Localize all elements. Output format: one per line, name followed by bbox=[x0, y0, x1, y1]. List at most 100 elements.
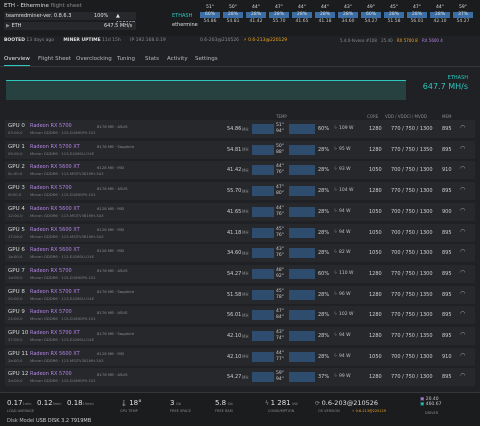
mini-fan: 28% bbox=[292, 12, 312, 18]
mini-fan: 28% bbox=[315, 12, 335, 18]
uptime-value: 11d 15h bbox=[102, 38, 121, 43]
gpu-memtype: Micron GDDR6 · 113-E4260U-O4E bbox=[30, 150, 95, 156]
gpu-power: 94 W bbox=[339, 353, 351, 359]
gpu-fan: 28% bbox=[318, 312, 330, 319]
gauge-icon[interactable]: ◠ bbox=[460, 228, 465, 235]
gpu-mem-temp: 77° bbox=[276, 356, 284, 362]
flight-sheet-title[interactable]: ETH - Ethermine flight sheet bbox=[4, 3, 82, 9]
mini-fan: 28% bbox=[246, 12, 266, 18]
tab-overview[interactable]: Overview bbox=[4, 56, 30, 62]
gauge-icon[interactable]: ◠ bbox=[460, 145, 465, 152]
coin-name: ETH bbox=[11, 23, 22, 29]
mini-temp: 44° bbox=[252, 5, 260, 10]
os-value: 0.6-203@210526 bbox=[200, 38, 240, 43]
miner-row[interactable]: teamredminer-ver. 0.8.6.3 100% ▲ 150237 bbox=[4, 12, 136, 27]
load-average-label: LOAD AVERAGE bbox=[7, 409, 35, 413]
mini-hr: 34.60 bbox=[341, 19, 355, 24]
cpu-temp-value: 18° bbox=[129, 399, 142, 407]
gpu-power: 109 W bbox=[339, 126, 354, 131]
tab-stats[interactable]: Stats bbox=[145, 56, 159, 62]
gpu-mem: 8176 MB · ASUS bbox=[97, 268, 128, 274]
driver-label: DRIVER bbox=[425, 411, 439, 415]
mini-fan: 28% bbox=[338, 12, 358, 18]
gpu-fan: 37% bbox=[318, 374, 330, 381]
mini-temp: 59° bbox=[459, 5, 467, 10]
gauge-icon[interactable]: ◠ bbox=[460, 269, 465, 276]
gpu-id: GPU 12 bbox=[8, 371, 29, 378]
gauge-icon[interactable]: ◠ bbox=[460, 352, 465, 359]
gpu-model: Radeon RX 5700 XT bbox=[30, 288, 80, 295]
free-space-unit: Gb bbox=[176, 402, 181, 406]
os-update-link[interactable]: ⚡ 0.6-213@220129 bbox=[244, 38, 288, 43]
gpu-id: GPU 1 bbox=[8, 143, 25, 150]
tab-flight-sheet[interactable]: Flight Sheet bbox=[38, 56, 71, 62]
gauge-icon[interactable]: ◠ bbox=[460, 124, 465, 131]
gauge-icon[interactable]: ◠ bbox=[460, 290, 465, 297]
tab-bar: Overview Flight Sheet Overclocking Tunin… bbox=[4, 56, 476, 66]
gpu-memtype: Micron GDDR6 · 113-E4260U-O4E bbox=[30, 254, 95, 260]
gpu-hashrate-sparkline bbox=[252, 289, 274, 300]
gpu-model: Radeon RX 5600 XT bbox=[30, 205, 80, 212]
gpu-hashrate: 54.27 bbox=[227, 270, 242, 277]
gpu-core-temp: 59° bbox=[276, 371, 284, 377]
gpu-id: GPU 3 bbox=[8, 185, 25, 192]
gpu-id: GPU 10 bbox=[8, 330, 29, 336]
gpu-core-clock: 1280 bbox=[369, 270, 382, 277]
tab-settings[interactable]: Settings bbox=[195, 56, 218, 62]
gpu-model: Radeon RX 5600 XT bbox=[30, 350, 80, 357]
uptime-label: MINER UPTIME bbox=[63, 38, 101, 43]
gauge-icon[interactable]: ◠ bbox=[460, 331, 465, 338]
gauge-icon[interactable]: ◠ bbox=[460, 248, 465, 255]
cpu-temp-label: CPU TEMP bbox=[120, 409, 138, 413]
mini-hr: 54.27 bbox=[364, 19, 378, 24]
tab-overclocking[interactable]: Overclocking bbox=[76, 56, 112, 62]
gpu-mem-clock: 895 bbox=[442, 270, 452, 277]
gpu-hashrate-sparkline bbox=[252, 227, 274, 238]
gpu-id: GPU 0 bbox=[8, 123, 25, 129]
disk-label: Disk Model bbox=[7, 418, 35, 424]
gpu-hashrate-unit: MH bbox=[242, 333, 249, 339]
os-update-value: 0.6-213@220129 bbox=[248, 38, 288, 43]
gauge-icon[interactable]: ◠ bbox=[460, 165, 465, 172]
summary-hashrate: 647.7 MH/s bbox=[422, 82, 468, 91]
gpu-temp-sparkline bbox=[289, 124, 315, 134]
consumption-label: CONSUMPTION bbox=[268, 409, 295, 413]
gpu-temp-sparkline bbox=[289, 310, 315, 321]
load1-unit: 1min bbox=[22, 402, 32, 406]
gpu-power: 95 W bbox=[339, 146, 351, 152]
gpu-mem-temp: 94° bbox=[276, 377, 284, 383]
gpu-core-clock: 1280 bbox=[369, 291, 382, 298]
bolt-icon: ϟ bbox=[334, 229, 337, 235]
driver-status: 5.4.0-hiveos #108 25.40 RX 5700 8 RX 560… bbox=[340, 38, 443, 43]
bolt-icon: ϟ bbox=[334, 270, 337, 276]
gpu-mem-clock: 895 bbox=[442, 291, 452, 298]
gpu-mem-temp: 78° bbox=[276, 294, 284, 300]
header-pool: ethermine bbox=[172, 22, 198, 28]
gpu-mem: 6128 MB · MSI bbox=[97, 247, 125, 253]
gpu-bus: 03:00.0 bbox=[8, 130, 23, 135]
gpu-bus: 09:00.0 bbox=[8, 150, 23, 156]
gauge-icon[interactable]: ◠ bbox=[460, 310, 465, 317]
gauge-icon[interactable]: ◠ bbox=[460, 186, 465, 193]
mini-hr: 54.86 bbox=[203, 19, 217, 24]
os-update-badge[interactable]: ⚡ 0.6-213@220129 bbox=[352, 409, 386, 413]
gpu-power: 102 W bbox=[339, 312, 354, 318]
miner-percent: 100% bbox=[94, 13, 109, 19]
gpu-mem-temp: 94° bbox=[276, 129, 284, 134]
gauge-icon[interactable]: ◠ bbox=[460, 372, 465, 379]
gpu-hashrate-unit: MH bbox=[242, 271, 249, 277]
gpu-core-clock: 1280 bbox=[369, 333, 382, 339]
tab-activity[interactable]: Activity bbox=[167, 56, 188, 62]
gpu-hashrate-unit: MH bbox=[242, 147, 249, 153]
mini-temp: 47° bbox=[413, 5, 421, 10]
col-temp: TEMP bbox=[276, 114, 287, 119]
gpu-hashrate-unit: MH bbox=[242, 126, 249, 132]
gpu-memtype: Micron GDDR6 · 115-D1890P0-101 bbox=[30, 274, 96, 280]
gauge-icon[interactable]: ◠ bbox=[460, 207, 465, 214]
free-ram-unit: Gb bbox=[227, 402, 233, 406]
mini-temp: 50° bbox=[229, 5, 237, 10]
tab-tuning[interactable]: Tuning bbox=[117, 56, 135, 62]
gpu-hashrate-unit: MH bbox=[242, 312, 249, 318]
bolt-icon: ϟ bbox=[334, 374, 337, 380]
gpu-voltage: 700 / 750 / 1300 bbox=[391, 353, 433, 360]
